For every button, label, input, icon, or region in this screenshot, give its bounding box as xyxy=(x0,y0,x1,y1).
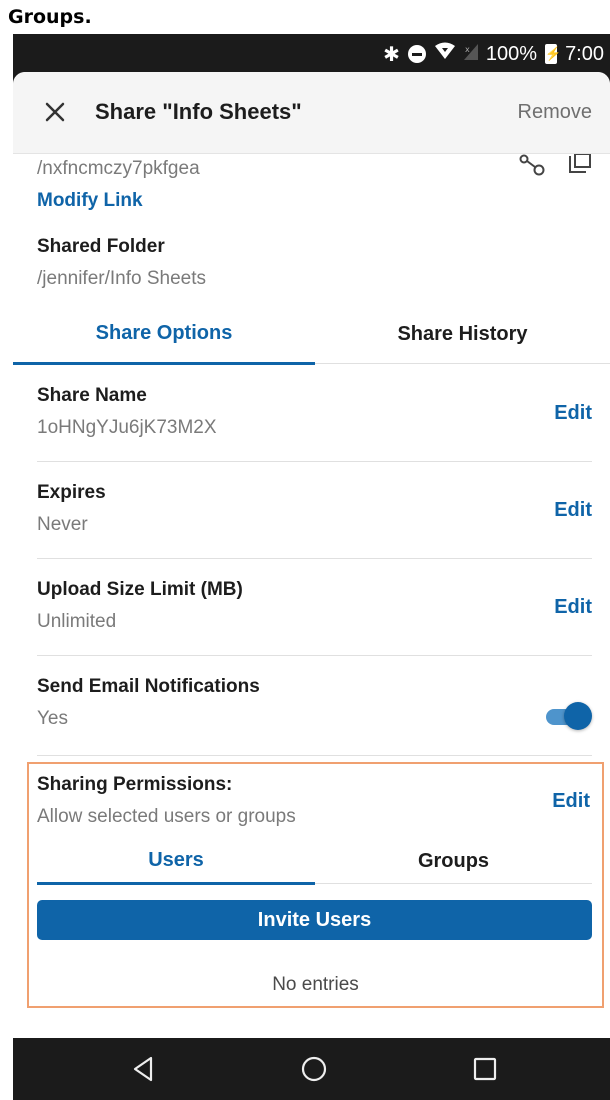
modify-link-button[interactable]: Modify Link xyxy=(37,190,143,212)
share-content[interactable]: /nxfncmczy7pkfgea Modify Link Shared Fol… xyxy=(13,153,610,1038)
share-link-icon[interactable] xyxy=(518,154,546,181)
share-name-edit-button[interactable]: Edit xyxy=(554,402,592,425)
expires-edit-button[interactable]: Edit xyxy=(554,499,592,522)
share-name-label: Share Name xyxy=(37,385,147,406)
battery-charging-icon: ⚡ xyxy=(545,44,561,64)
invite-users-button[interactable]: Invite Users xyxy=(37,900,592,940)
wifi-icon xyxy=(434,42,456,66)
upload-limit-label: Upload Size Limit (MB) xyxy=(37,579,243,600)
system-nav-bar xyxy=(13,1038,610,1100)
bluetooth-icon: ✱ xyxy=(383,42,400,66)
signal-icon: x xyxy=(463,42,478,66)
sharing-permissions-description: Allow selected users or groups xyxy=(37,806,296,827)
home-button[interactable] xyxy=(299,1054,329,1084)
close-button[interactable] xyxy=(39,96,71,128)
close-icon xyxy=(45,102,65,122)
share-sheet: Share "Info Sheets" Remove /nxfncmczy7pk… xyxy=(13,72,610,1038)
option-row-email-notifications: Send Email Notifications Yes xyxy=(37,656,592,756)
copy-icon[interactable] xyxy=(568,153,592,181)
sharing-permissions-section: Sharing Permissions: Allow selected user… xyxy=(27,762,604,1008)
remove-button[interactable]: Remove xyxy=(518,101,592,124)
email-notifications-value: Yes xyxy=(37,708,68,729)
toggle-knob xyxy=(564,702,592,730)
svg-text:x: x xyxy=(465,45,470,54)
do-not-disturb-icon xyxy=(407,45,426,63)
permission-tabs: Users Groups xyxy=(37,838,592,885)
sheet-header: Share "Info Sheets" Remove xyxy=(13,72,610,154)
battery-percent: 100% xyxy=(485,42,538,65)
back-button[interactable] xyxy=(129,1054,159,1084)
share-link-path: /nxfncmczy7pkfgea xyxy=(37,158,200,179)
tab-share-options[interactable]: Share Options xyxy=(13,304,315,365)
shared-folder-path: /jennifer/Info Sheets xyxy=(37,268,206,289)
shared-folder-label: Shared Folder xyxy=(37,236,165,257)
expires-value: Never xyxy=(37,514,88,535)
tab-groups[interactable]: Groups xyxy=(315,838,592,884)
upload-limit-edit-button[interactable]: Edit xyxy=(554,596,592,619)
expires-label: Expires xyxy=(37,482,106,503)
home-icon xyxy=(301,1056,327,1082)
recents-icon xyxy=(473,1057,497,1081)
back-icon xyxy=(133,1056,153,1082)
sharing-permissions-edit-button[interactable]: Edit xyxy=(552,790,590,813)
tab-users[interactable]: Users xyxy=(37,838,315,885)
page-title: Share "Info Sheets" xyxy=(95,99,302,124)
caption-text: Groups. xyxy=(8,6,92,28)
sharing-permissions-title: Sharing Permissions: xyxy=(37,774,233,795)
recents-button[interactable] xyxy=(470,1054,500,1084)
tab-share-history[interactable]: Share History xyxy=(315,304,610,364)
phone-screen: ✱ x 100% ⚡ 7:00 Share "Info Sheets" Remo… xyxy=(13,34,610,1100)
share-name-value: 1oHNgYJu6jK73M2X xyxy=(37,417,217,438)
share-tabs: Share Options Share History xyxy=(13,304,610,365)
email-notifications-label: Send Email Notifications xyxy=(37,676,260,697)
option-row-share-name: Share Name 1oHNgYJu6jK73M2X Edit xyxy=(37,365,592,462)
email-notifications-toggle[interactable] xyxy=(544,702,592,730)
link-actions xyxy=(496,153,592,181)
upload-limit-value: Unlimited xyxy=(37,611,117,632)
option-row-upload-limit: Upload Size Limit (MB) Unlimited Edit xyxy=(37,559,592,656)
option-row-expires: Expires Never Edit xyxy=(37,462,592,559)
clock: 7:00 xyxy=(565,42,604,65)
empty-state-text: No entries xyxy=(272,974,359,995)
status-bar: ✱ x 100% ⚡ 7:00 xyxy=(13,34,610,72)
